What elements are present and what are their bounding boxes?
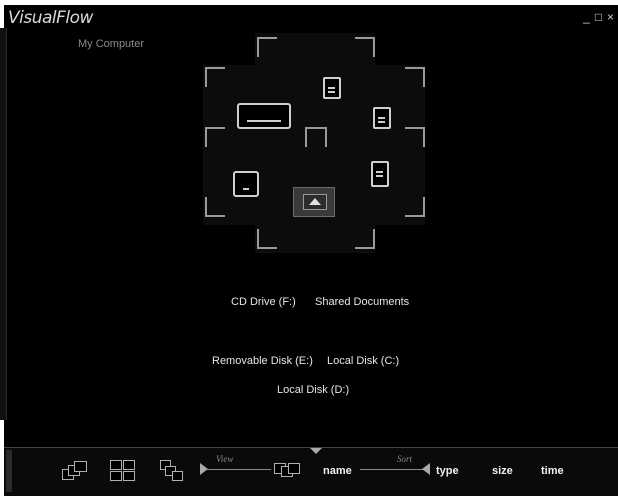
window-controls: _ □ × — [581, 11, 616, 24]
frame-corner — [257, 229, 277, 249]
folder-icon[interactable] — [323, 77, 341, 99]
up-arrow-icon — [303, 194, 327, 210]
item-icon-cluster — [195, 33, 430, 253]
breadcrumb[interactable]: My Computer — [78, 38, 144, 50]
close-button[interactable]: × — [605, 11, 616, 24]
frame-corner — [355, 37, 375, 57]
frame-corner — [405, 127, 425, 147]
item-label-cd-drive[interactable]: CD Drive (F:) — [231, 296, 296, 308]
left-resize-edge[interactable] — [0, 28, 7, 420]
item-label-shared-documents[interactable]: Shared Documents — [315, 296, 409, 308]
item-label-removable-disk[interactable]: Removable Disk (E:) — [212, 355, 313, 367]
sort-slider-track — [360, 469, 424, 470]
stack-view-icon[interactable] — [274, 460, 300, 480]
frame-corner — [257, 37, 277, 57]
sort-size[interactable]: size — [492, 465, 513, 477]
hard-disk-icon[interactable] — [373, 107, 391, 129]
frame-corner — [405, 197, 425, 217]
grid-view-icon[interactable] — [110, 460, 136, 481]
sort-type[interactable]: type — [436, 465, 459, 477]
item-label-local-disk-d[interactable]: Local Disk (D:) — [277, 384, 349, 396]
tree-view-icon[interactable] — [160, 460, 186, 481]
sort-section-label: Sort — [397, 454, 413, 464]
frame-corner — [307, 127, 327, 147]
sort-prev-arrow-icon[interactable] — [422, 463, 430, 475]
minimize-button[interactable]: _ — [581, 11, 592, 24]
sort-time[interactable]: time — [541, 465, 564, 477]
frame-corner — [205, 197, 225, 217]
bottom-toolbar: View name Sort type size time — [4, 447, 618, 496]
hard-disk-icon[interactable] — [233, 171, 259, 197]
app-logo: VisualFlow — [8, 8, 93, 28]
sort-indicator-icon — [310, 448, 322, 454]
title-bar[interactable]: VisualFlow _ □ × — [4, 5, 618, 31]
frame-corner — [355, 229, 375, 249]
sort-name[interactable]: name — [323, 465, 352, 477]
up-level-button[interactable] — [293, 187, 335, 217]
frame-corner — [405, 67, 425, 87]
cd-drive-icon[interactable] — [371, 161, 389, 187]
item-label-local-disk-c[interactable]: Local Disk (C:) — [327, 355, 399, 367]
frame-corner — [205, 67, 225, 87]
toolbar-edge — [6, 450, 12, 492]
removable-disk-icon[interactable] — [237, 103, 291, 129]
cascade-view-icon[interactable] — [62, 460, 88, 480]
maximize-button[interactable]: □ — [593, 11, 604, 24]
frame-corner — [205, 127, 225, 147]
view-section-label: View — [216, 454, 234, 464]
view-slider-track — [207, 469, 271, 470]
